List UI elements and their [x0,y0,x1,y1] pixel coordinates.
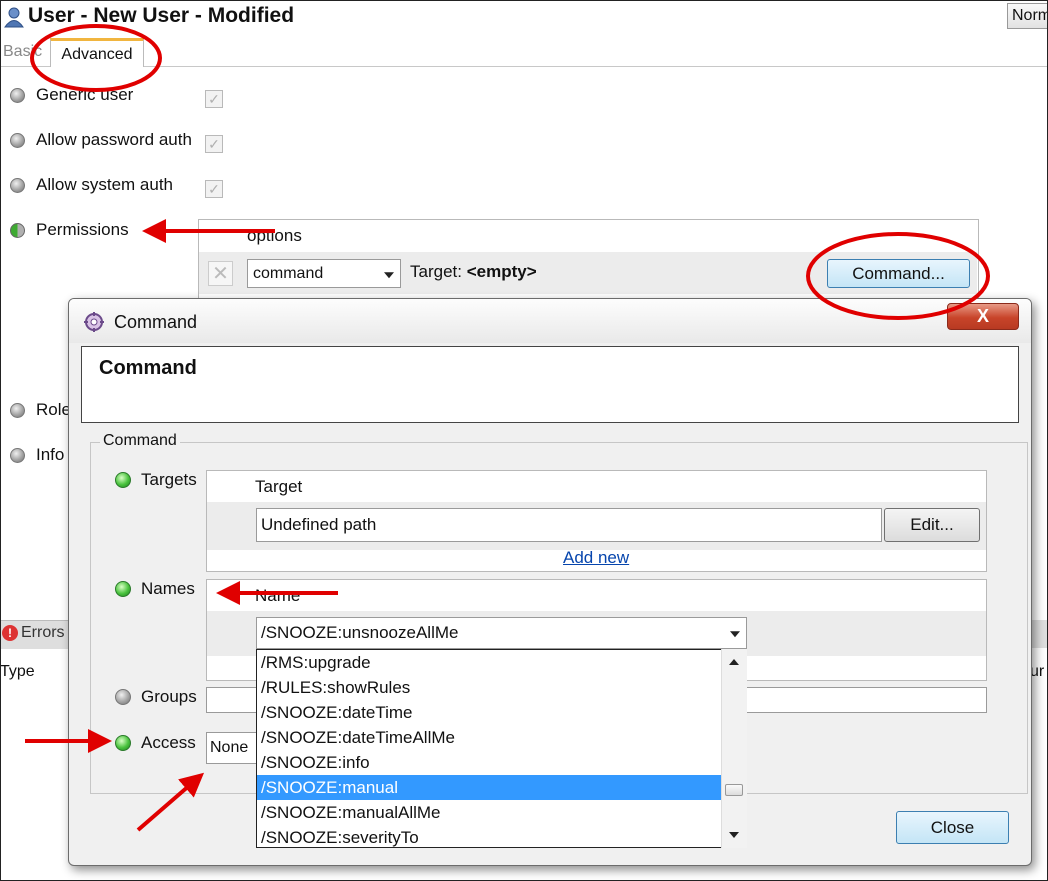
status-gray-icon [10,447,25,463]
name-select-value: /SNOOZE:unsnoozeAllMe [261,623,459,642]
status-gray-icon [10,402,25,418]
generic-user-checkbox[interactable]: ✓ [205,90,223,108]
status-gray-icon [10,87,25,103]
property-roles: Role [10,398,71,422]
dropdown-option[interactable]: /SNOOZE:dateTimeAllMe [257,725,746,750]
norm-button[interactable]: Norm [1007,3,1048,29]
scroll-down-icon[interactable] [729,832,739,838]
status-partial-icon [10,222,25,238]
error-icon: ! [2,625,18,641]
allow-password-auth-checkbox[interactable]: ✓ [205,135,223,153]
permission-type-select[interactable]: command [247,259,401,288]
target-label: Target: [410,262,462,281]
names-row: Names [115,579,195,599]
status-gray-icon [10,177,25,193]
scroll-up-icon[interactable] [729,659,739,665]
errors-tab-label: Errors [21,624,65,641]
edit-button[interactable]: Edit... [884,508,980,542]
dropdown-scrollbar[interactable] [721,649,747,848]
names-label: Names [141,579,195,598]
property-label: Allow password auth [36,130,192,149]
dialog-title: Command [114,312,198,332]
status-green-icon [115,735,131,751]
name-dropdown-list: /RMS:upgrade /RULES:showRules /SNOOZE:da… [256,649,747,848]
dropdown-option[interactable]: /SNOOZE:dateTime [257,700,746,725]
right-column-header: ur [1030,663,1045,680]
property-allow-password-auth: Allow password auth [10,128,192,152]
command-button[interactable]: Command... [827,259,970,288]
property-label: Permissions [36,220,129,239]
window-title: User - New User - Modified [28,4,295,27]
property-label: Info [36,445,65,464]
permission-type-value: command [253,265,324,282]
allow-system-auth-checkbox[interactable]: ✓ [205,180,223,198]
property-permissions: Permissions [10,218,129,242]
property-label: Role [36,400,71,419]
targets-row: Targets [115,470,197,490]
property-info: Info [10,443,64,467]
chevron-down-icon [384,271,394,278]
status-green-icon [115,581,131,597]
status-green-icon [115,472,131,488]
property-label: Allow system auth [36,175,173,194]
groups-row: Groups [115,687,197,707]
groupbox-label: Command [100,432,180,450]
remove-permission-icon[interactable]: ✕ [208,261,233,286]
target-value: <empty> [466,262,537,281]
tab-advanced[interactable]: Advanced [50,38,144,67]
dropdown-option[interactable]: /RMS:upgrade [257,650,746,675]
property-label: Generic user [36,85,134,104]
close-icon[interactable]: X [947,303,1019,330]
tab-basic[interactable]: Basic [0,38,48,67]
command-dialog: Command X Command Command Targets Target… [68,298,1032,866]
dropdown-option[interactable]: /SNOOZE:severityTo [257,825,746,847]
dropdown-option-selected[interactable]: /SNOOZE:manual [257,775,746,800]
scrollbar-thumb[interactable] [725,784,743,796]
access-select[interactable]: None [206,732,258,764]
dialog-header-title: Command [99,357,197,379]
access-label: Access [141,733,196,752]
close-button[interactable]: Close [896,811,1009,844]
permissions-column-header: options [247,226,302,245]
dialog-titlebar[interactable] [69,299,1031,343]
groups-label: Groups [141,687,197,706]
name-column-header: Name [255,586,301,605]
property-generic-user: Generic user [10,83,133,107]
target-path-field[interactable]: Undefined path [256,508,882,542]
status-gray-icon [10,132,25,148]
user-icon [4,7,24,28]
permission-target: Target: <empty> [410,262,537,282]
type-column-header[interactable]: Type [0,663,35,681]
tab-bar-divider [0,66,1048,67]
dropdown-option[interactable]: /SNOOZE:info [257,750,746,775]
status-gray-icon [115,689,131,705]
property-allow-system-auth: Allow system auth [10,173,173,197]
add-new-link[interactable]: Add new [563,548,629,568]
access-row: Access [115,733,196,753]
dropdown-option[interactable]: /RULES:showRules [257,675,746,700]
dropdown-option[interactable]: /SNOOZE:manualAllMe [257,800,746,825]
targets-label: Targets [141,470,197,489]
chevron-down-icon [730,631,740,638]
gear-icon [84,312,104,332]
name-select[interactable]: /SNOOZE:unsnoozeAllMe [256,617,747,649]
target-column-header: Target [255,477,303,496]
dialog-header: Command [81,346,1019,423]
